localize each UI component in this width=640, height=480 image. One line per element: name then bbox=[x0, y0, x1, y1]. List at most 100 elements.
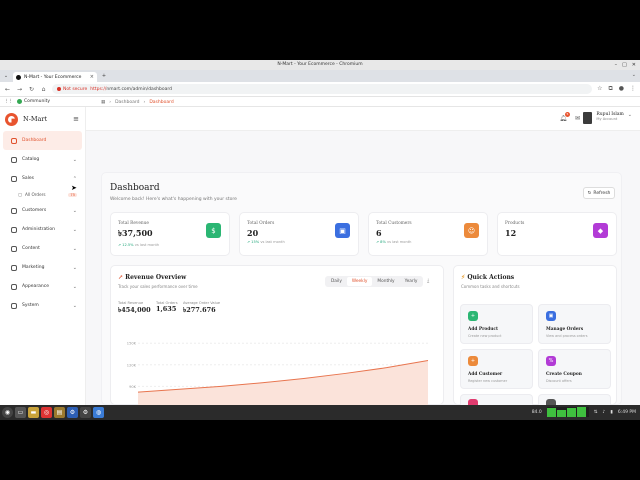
desktop-icon[interactable]: ▭ bbox=[15, 407, 26, 418]
warning-icon bbox=[57, 87, 61, 91]
favicon-icon bbox=[16, 74, 21, 80]
shield-icon bbox=[11, 226, 17, 233]
url-input[interactable]: Not secure https://nmart.com/admin/dashb… bbox=[52, 84, 593, 94]
document-icon bbox=[11, 245, 17, 252]
chevron-down-icon: ⌄ bbox=[72, 207, 77, 214]
bookmark-community[interactable]: Community bbox=[17, 99, 50, 104]
y-tick-label: 150K bbox=[127, 342, 137, 346]
y-tick-label: 120K bbox=[127, 363, 137, 367]
archive-icon[interactable]: ▤ bbox=[54, 407, 65, 418]
palette-icon bbox=[11, 283, 17, 290]
app-blue-icon[interactable]: ⚙ bbox=[67, 407, 78, 418]
minimize-icon[interactable]: – bbox=[615, 60, 618, 70]
refresh-button[interactable]: ↻ Refresh bbox=[583, 187, 615, 199]
qa-add-customer[interactable]: + Add Customer Register new customer bbox=[460, 349, 533, 389]
revenue-chart: 150K 120K 90K bbox=[127, 342, 429, 408]
chevron-down-icon: ⌄ bbox=[72, 226, 77, 233]
taskbar: ◉ ▭ ▬ ◎ ▤ ⚙ ⚙ ◍ 84.0 ⇅ ♪ ▮ 6:49 PM bbox=[0, 405, 640, 420]
stat-card-customers: Total Customers 6 ↗ 8% vs last month ☺ bbox=[368, 212, 488, 256]
chevron-down-icon: ⌄ bbox=[72, 283, 77, 290]
window-menu-icon[interactable]: ⌄ bbox=[632, 72, 636, 78]
stat-change: ↗ 12.5% vs last month bbox=[118, 243, 160, 247]
stat-card-revenue: Total Revenue ৳37,500 ↗ 12.5% vs last mont… bbox=[110, 212, 230, 256]
top-header: 🔔︎ 5 ✉ Rupul Islam My Account ⌄ bbox=[86, 107, 640, 131]
sidebar-item-administration[interactable]: Administration ⌄ bbox=[3, 220, 82, 239]
close-icon[interactable]: ✕ bbox=[632, 60, 636, 70]
sidebar-item-customers[interactable]: Customers ⌄ bbox=[3, 201, 82, 220]
stat-card-orders: Total Orders 20 ↗ 15% vs last month ▣ bbox=[239, 212, 359, 256]
settings-icon[interactable]: ⚙ bbox=[80, 407, 91, 418]
bookmarks-bar: ⋮⋮ Community bbox=[0, 97, 640, 107]
tab-monthly[interactable]: Monthly bbox=[372, 277, 399, 286]
metric-total-orders: Total Orders 1,635 bbox=[156, 301, 178, 313]
back-icon[interactable]: ← bbox=[4, 86, 11, 93]
metric-total-revenue: Total Revenue ৳454,000 bbox=[118, 301, 151, 314]
notification-count: 5 bbox=[564, 112, 570, 117]
grid-icon bbox=[11, 137, 17, 144]
maximize-icon[interactable]: □ bbox=[622, 60, 627, 70]
user-plus-icon: + bbox=[468, 356, 478, 366]
profile-icon[interactable]: ● bbox=[619, 85, 624, 93]
sidebar-item-system[interactable]: System ⌄ bbox=[3, 296, 82, 315]
home-grid-icon[interactable]: ▦ bbox=[101, 100, 105, 105]
volume-icon[interactable]: ♪ bbox=[603, 410, 606, 415]
chromium-icon[interactable]: ◍ bbox=[93, 407, 104, 418]
quick-actions-title: ⚡︎ Quick Actions bbox=[461, 274, 515, 281]
tab-yearly[interactable]: Yearly bbox=[400, 277, 423, 286]
breadcrumb-dashboard[interactable]: Dashboard bbox=[115, 100, 139, 105]
apps-icon[interactable]: ⋮⋮ bbox=[4, 99, 13, 104]
reload-icon[interactable]: ↻ bbox=[28, 86, 35, 93]
mail-icon[interactable]: ✉ bbox=[575, 115, 580, 122]
files-icon[interactable]: ▬ bbox=[28, 407, 39, 418]
new-tab-button[interactable]: + bbox=[100, 70, 108, 82]
users-icon: ☺ bbox=[464, 223, 479, 238]
tab-search-icon[interactable]: ⌄ bbox=[2, 70, 10, 82]
chevron-down-icon: ⌄ bbox=[72, 302, 77, 309]
battery-icon[interactable]: ▮ bbox=[610, 410, 612, 415]
notification-bell-icon[interactable]: 🔔︎ 5 bbox=[559, 112, 570, 122]
qa-add-product[interactable]: + Add Product Create new product bbox=[460, 304, 533, 344]
coupon-icon: % bbox=[546, 356, 556, 366]
browser-menu-icon[interactable]: ⋮ bbox=[630, 85, 636, 93]
avatar bbox=[583, 112, 593, 124]
sidebar-item-dashboard[interactable]: Dashboard bbox=[3, 131, 82, 150]
stat-change: ↗ 15% vs last month bbox=[247, 240, 285, 244]
qa-manage-orders[interactable]: ▣ Manage Orders View and process orders bbox=[538, 304, 611, 344]
clock[interactable]: 6:49 PM bbox=[618, 410, 636, 415]
sidebar-item-marketing[interactable]: Marketing ⌄ bbox=[3, 258, 82, 277]
chevron-down-icon: ⌄ bbox=[627, 112, 632, 118]
user-role: My Account bbox=[596, 117, 618, 121]
forward-icon[interactable]: → bbox=[16, 86, 23, 93]
hamburger-icon[interactable]: ≡ bbox=[73, 115, 79, 123]
download-icon[interactable]: ⤓ bbox=[427, 278, 429, 284]
y-tick-label: 90K bbox=[129, 385, 137, 389]
address-bar: ← → ↻ ⌂ Not secure https://nmart.com/adm… bbox=[0, 82, 640, 97]
bolt-icon: ⚡︎ bbox=[461, 274, 466, 281]
users-icon bbox=[11, 207, 17, 214]
refresh-icon: ↻ bbox=[587, 190, 592, 196]
sidebar-item-appearance[interactable]: Appearance ⌄ bbox=[3, 277, 82, 296]
chevron-down-icon: ⌄ bbox=[72, 156, 77, 163]
orders-icon: ▣ bbox=[546, 311, 556, 321]
qa-create-coupon[interactable]: % Create Coupon Discount offers bbox=[538, 349, 611, 389]
start-menu-icon[interactable]: ◉ bbox=[2, 407, 13, 418]
workspace-indicator[interactable]: 84.0 bbox=[532, 410, 542, 415]
bookmark-star-icon[interactable]: ☆ bbox=[597, 85, 602, 93]
tab-weekly[interactable]: Weekly bbox=[346, 277, 373, 286]
chevron-up-icon: ⌃ bbox=[72, 175, 77, 182]
not-secure-badge[interactable]: Not secure bbox=[57, 87, 87, 92]
chevron-down-icon: ⌄ bbox=[72, 264, 77, 271]
network-icon[interactable]: ⇅ bbox=[594, 410, 598, 415]
tab-close-icon[interactable]: × bbox=[90, 74, 94, 80]
url-text: https://nmart.com/admin/dashboard bbox=[90, 86, 173, 92]
tab-daily[interactable]: Daily bbox=[326, 277, 347, 286]
extensions-icon[interactable]: ⧉ bbox=[608, 85, 612, 93]
stat-card-products: Products 12 ◆ bbox=[497, 212, 617, 256]
sidebar-item-catalog[interactable]: Catalog ⌄ bbox=[3, 150, 82, 169]
breadcrumb-current: Dashboard bbox=[149, 100, 174, 105]
home-icon[interactable]: ⌂ bbox=[40, 86, 47, 93]
tab-active[interactable]: N-Mart - Your Ecommerce × bbox=[13, 72, 97, 82]
user-menu[interactable]: Rupul Islam My Account ⌄ bbox=[583, 112, 632, 124]
app-red-icon[interactable]: ◎ bbox=[41, 407, 52, 418]
sidebar-item-content[interactable]: Content ⌄ bbox=[3, 239, 82, 258]
